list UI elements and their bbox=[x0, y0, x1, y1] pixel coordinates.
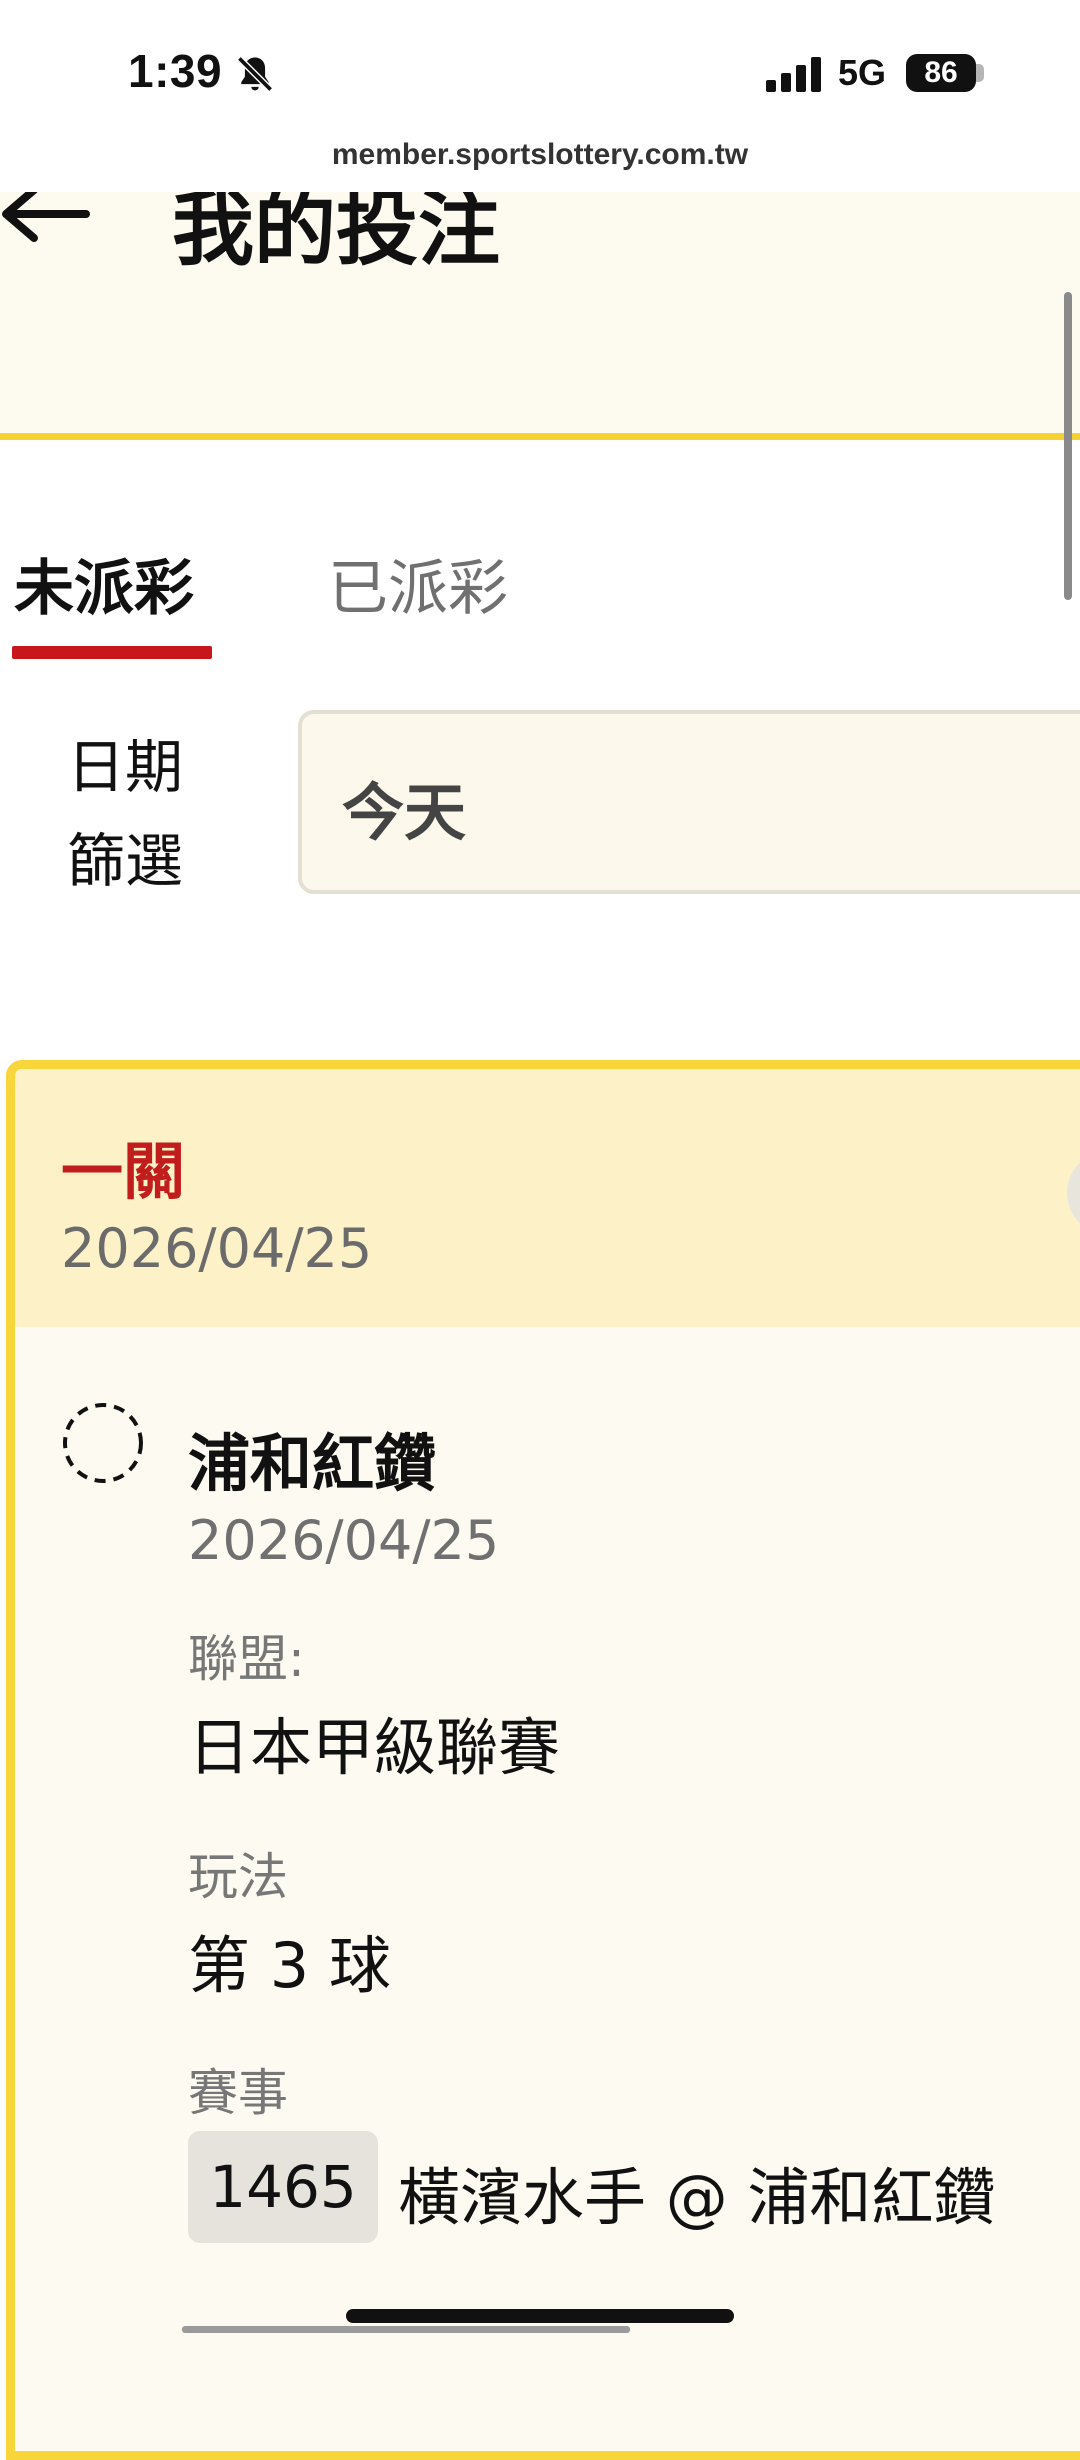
event-name: 橫濱水手 @ 浦和紅鑽 bbox=[398, 2161, 996, 2234]
date-filter-label-line1: 日期 bbox=[66, 733, 183, 801]
bet-type: 一關 bbox=[61, 1135, 186, 1208]
date-filter-value: 今天 bbox=[342, 776, 467, 849]
network-type: 5G bbox=[838, 52, 887, 93]
home-indicator[interactable] bbox=[346, 2309, 734, 2323]
selection-date: 2026/04/25 bbox=[188, 1509, 500, 1572]
league-label: 聯盟: bbox=[188, 1630, 305, 1688]
event-code-badge: 1465 bbox=[188, 2131, 378, 2243]
active-tab-indicator bbox=[12, 646, 212, 659]
signal-icon bbox=[766, 56, 822, 92]
status-time: 1:39 bbox=[128, 45, 223, 97]
market-label: 玩法 bbox=[188, 1848, 288, 1906]
date-filter-select[interactable]: 今天 bbox=[298, 710, 1080, 894]
bell-off-icon bbox=[237, 56, 273, 92]
battery-icon: 86 bbox=[906, 54, 976, 92]
bet-card-header: 一關 2026/04/25 bbox=[15, 1069, 1080, 1327]
tab-unsettled[interactable]: 未派彩 bbox=[14, 540, 194, 627]
league-value: 日本甲級聯賽 bbox=[188, 1711, 561, 1784]
bottom-scroll-indicator bbox=[182, 2326, 630, 2333]
date-filter-label-line2: 篩選 bbox=[66, 827, 183, 895]
selection-team: 浦和紅鑽 bbox=[188, 1427, 437, 1500]
pending-status-icon bbox=[63, 1403, 143, 1483]
address-bar[interactable]: member.sportslottery.com.tw bbox=[0, 132, 1080, 193]
battery-tip bbox=[976, 64, 984, 82]
scrollbar[interactable] bbox=[1064, 292, 1072, 600]
bet-date: 2026/04/25 bbox=[61, 1217, 373, 1280]
bet-card[interactable]: 一關 2026/04/25 浦和紅鑽 2026/04/25 聯盟: 日本甲級聯賽… bbox=[6, 1060, 1080, 2460]
status-bar: 1:39 5G 86 bbox=[0, 0, 1080, 140]
tab-settled[interactable]: 已派彩 bbox=[328, 540, 508, 627]
expand-button[interactable] bbox=[1067, 1151, 1080, 1235]
date-filter-label: 日期 篩選 bbox=[60, 720, 190, 908]
page-title: 我的投注 bbox=[172, 192, 501, 277]
market-value: 第 3 球 bbox=[188, 1929, 391, 2002]
back-arrow-icon[interactable] bbox=[0, 192, 96, 246]
event-label: 賽事 bbox=[188, 2064, 288, 2122]
page-header: 我的投注 bbox=[0, 192, 1080, 440]
